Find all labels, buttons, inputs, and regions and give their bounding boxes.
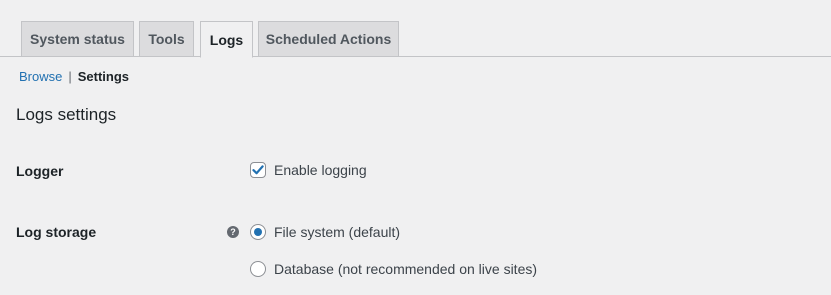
radio-selected-dot (254, 228, 262, 236)
file-system-radio[interactable] (250, 224, 266, 240)
tab-bar: System status Tools Logs Scheduled Actio… (0, 0, 831, 58)
subnav-separator: | (68, 69, 72, 84)
enable-logging-label: Enable logging (274, 162, 367, 178)
enable-logging-option[interactable]: Enable logging (250, 161, 367, 179)
enable-logging-checkbox[interactable] (250, 162, 266, 178)
tab-scheduled-actions[interactable]: Scheduled Actions (258, 21, 399, 57)
log-storage-label: Log storage (16, 224, 97, 240)
storage-option-file-system[interactable]: File system (default) (250, 223, 400, 241)
database-radio[interactable] (250, 261, 266, 277)
tab-label: Scheduled Actions (265, 31, 392, 47)
tab-tools[interactable]: Tools (139, 21, 194, 57)
settings-current-link[interactable]: Settings (78, 69, 129, 84)
tab-logs[interactable]: Logs (200, 21, 253, 58)
help-icon[interactable]: ? (227, 226, 239, 238)
database-label: Database (not recommended on live sites) (274, 261, 538, 277)
logger-label: Logger (16, 163, 64, 179)
file-system-label: File system (default) (274, 224, 401, 240)
tab-label: Logs (209, 31, 244, 48)
tab-system-status[interactable]: System status (21, 21, 134, 57)
storage-option-database[interactable]: Database (not recommended on live sites) (250, 260, 537, 278)
tab-label: Tools (148, 31, 185, 47)
checkmark-icon (252, 165, 264, 175)
sub-navigation: Browse | Settings (19, 68, 129, 85)
section-title: Logs settings (16, 105, 117, 124)
logs-settings-page: System status Tools Logs Scheduled Actio… (0, 0, 831, 295)
tab-label: System status (30, 31, 125, 47)
browse-link[interactable]: Browse (19, 69, 62, 84)
